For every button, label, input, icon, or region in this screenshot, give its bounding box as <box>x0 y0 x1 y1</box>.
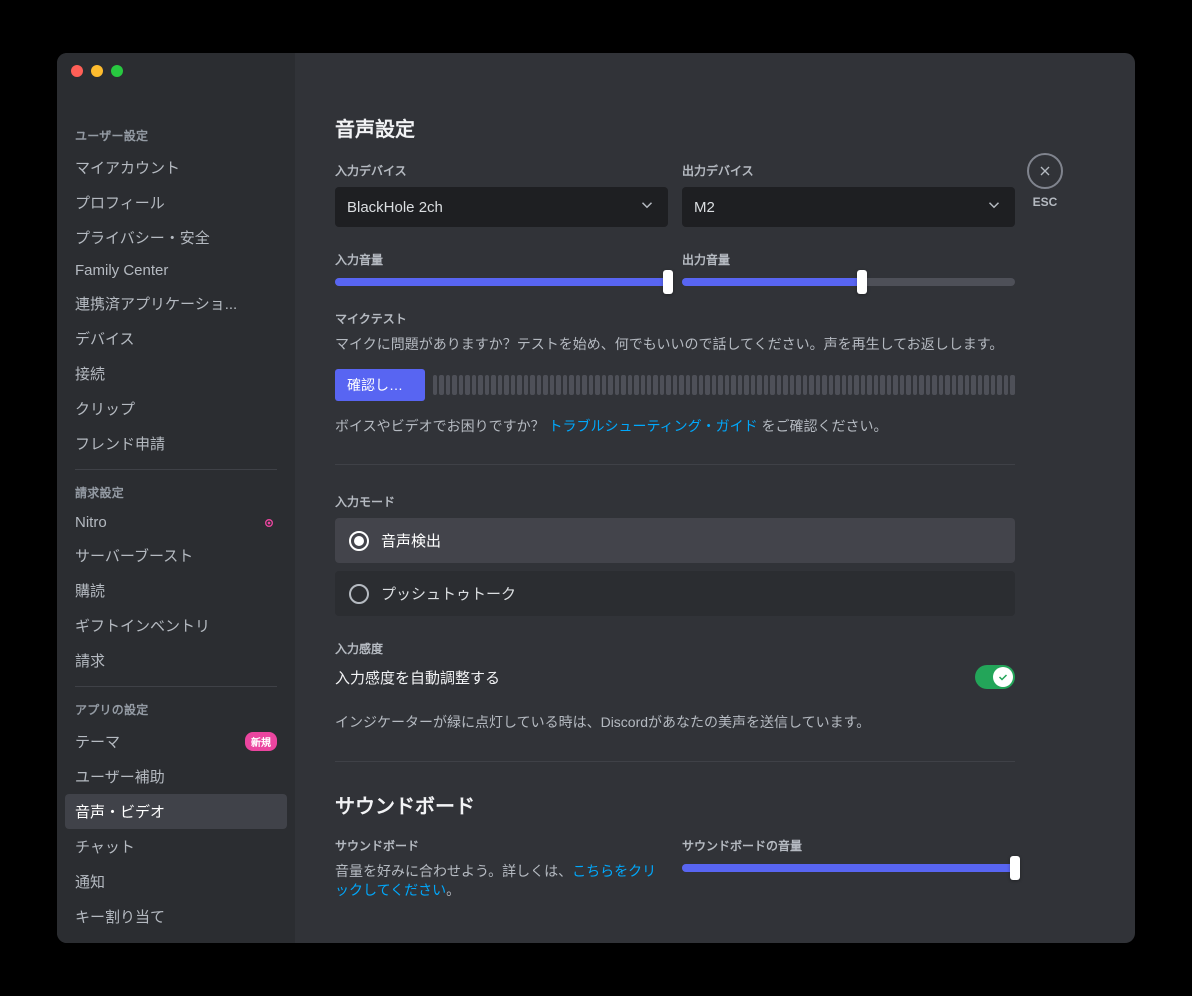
sensitivity-label: 入力感度 <box>335 640 1015 657</box>
auto-sensitivity-toggle[interactable] <box>975 665 1015 689</box>
divider <box>335 464 1015 465</box>
mic-test-label: マイクテスト <box>335 310 1015 327</box>
page-title: 音声設定 <box>335 113 1015 142</box>
input-mode-label: 入力モード <box>335 493 1015 510</box>
window-close[interactable] <box>71 65 83 77</box>
sidebar-header-user-settings: ユーザー設定 <box>65 121 287 150</box>
sidebar-divider <box>75 469 277 470</box>
output-device-select[interactable]: M2 <box>682 187 1015 227</box>
settings-sidebar: ユーザー設定 マイアカウント プロフィール プライバシー・安全 Family C… <box>57 53 295 943</box>
sidebar-item-profile[interactable]: プロフィール <box>65 185 287 220</box>
sidebar-item-family-center[interactable]: Family Center <box>65 255 287 286</box>
nitro-icon <box>261 515 277 531</box>
sidebar-item-my-account[interactable]: マイアカウント <box>65 150 287 185</box>
settings-content: 音声設定 入力デバイス BlackHole 2ch 出力デバイス M2 <box>295 53 1135 943</box>
radio-icon <box>349 531 369 551</box>
sidebar-item-voice-video[interactable]: 音声・ビデオ <box>65 794 287 829</box>
input-volume-label: 入力音量 <box>335 251 668 268</box>
input-mode-voice-activity[interactable]: 音声検出 <box>335 518 1015 563</box>
sidebar-item-language[interactable]: 言語 <box>65 934 287 943</box>
sidebar-item-devices[interactable]: デバイス <box>65 321 287 356</box>
output-device-value: M2 <box>694 199 715 216</box>
sidebar-item-billing[interactable]: 請求 <box>65 643 287 678</box>
soundboard-title: サウンドボード <box>335 790 1015 819</box>
troubleshoot-link[interactable]: トラブルシューティング・ガイド <box>548 418 757 434</box>
sidebar-item-keybinds[interactable]: キー割り当て <box>65 899 287 934</box>
settings-window: ユーザー設定 マイアカウント プロフィール プライバシー・安全 Family C… <box>57 53 1135 943</box>
output-volume-slider[interactable] <box>682 278 1015 286</box>
badge-new: 新規 <box>245 732 277 751</box>
window-minimize[interactable] <box>91 65 103 77</box>
sidebar-header-app-settings: アプリの設定 <box>65 695 287 724</box>
close-settings-button[interactable] <box>1027 153 1063 189</box>
sidebar-item-nitro[interactable]: Nitro <box>65 507 287 538</box>
input-device-label: 入力デバイス <box>335 162 668 179</box>
chevron-down-icon <box>638 196 656 218</box>
sidebar-header-billing: 請求設定 <box>65 478 287 507</box>
input-device-value: BlackHole 2ch <box>347 199 443 216</box>
sidebar-item-privacy[interactable]: プライバシー・安全 <box>65 220 287 255</box>
mic-test-button[interactable]: 確認しまし... <box>335 369 425 401</box>
sidebar-divider <box>75 686 277 687</box>
input-mode-push-to-talk[interactable]: プッシュトゥトーク <box>335 571 1015 616</box>
esc-label: ESC <box>1033 195 1058 209</box>
sidebar-item-accessibility[interactable]: ユーザー補助 <box>65 759 287 794</box>
sidebar-item-subscriptions[interactable]: 購読 <box>65 573 287 608</box>
input-device-select[interactable]: BlackHole 2ch <box>335 187 668 227</box>
radio-icon <box>349 584 369 604</box>
divider <box>335 761 1015 762</box>
window-controls <box>71 65 123 77</box>
mic-test-desc: マイクに問題がありますか？テストを始め、何でもいいので話してください。声を再生し… <box>335 335 1015 355</box>
sidebar-item-server-boost[interactable]: サーバーブースト <box>65 538 287 573</box>
troubleshoot-text: ボイスやビデオでお困りですか？ トラブルシューティング・ガイド をご確認ください… <box>335 417 1015 437</box>
window-maximize[interactable] <box>111 65 123 77</box>
soundboard-desc: 音量を好みに合わせよう。詳しくは、こちらをクリックしてください。 <box>335 862 668 901</box>
auto-sensitivity-label: 入力感度を自動調整する <box>335 667 500 688</box>
soundboard-volume-label: サウンドボードの音量 <box>682 837 1015 854</box>
output-device-label: 出力デバイス <box>682 162 1015 179</box>
sidebar-item-chat[interactable]: チャット <box>65 829 287 864</box>
check-icon <box>993 667 1013 687</box>
input-volume-slider[interactable] <box>335 278 668 286</box>
sidebar-item-friend-requests[interactable]: フレンド申請 <box>65 426 287 461</box>
output-volume-label: 出力音量 <box>682 251 1015 268</box>
soundboard-volume-slider[interactable] <box>682 864 1015 872</box>
sidebar-item-appearance[interactable]: テーマ 新規 <box>65 724 287 759</box>
sidebar-item-notifications[interactable]: 通知 <box>65 864 287 899</box>
sidebar-item-connections[interactable]: 接続 <box>65 356 287 391</box>
mic-level-meter <box>433 375 1015 395</box>
indicator-desc: インジケーターが緑に点灯している時は、Discordがあなたの美声を送信していま… <box>335 713 1015 733</box>
sidebar-item-gift-inventory[interactable]: ギフトインベントリ <box>65 608 287 643</box>
sidebar-item-clips[interactable]: クリップ <box>65 391 287 426</box>
sidebar-item-authorized-apps[interactable]: 連携済アプリケーショ... <box>65 286 287 321</box>
chevron-down-icon <box>985 196 1003 218</box>
soundboard-label: サウンドボード <box>335 837 668 854</box>
